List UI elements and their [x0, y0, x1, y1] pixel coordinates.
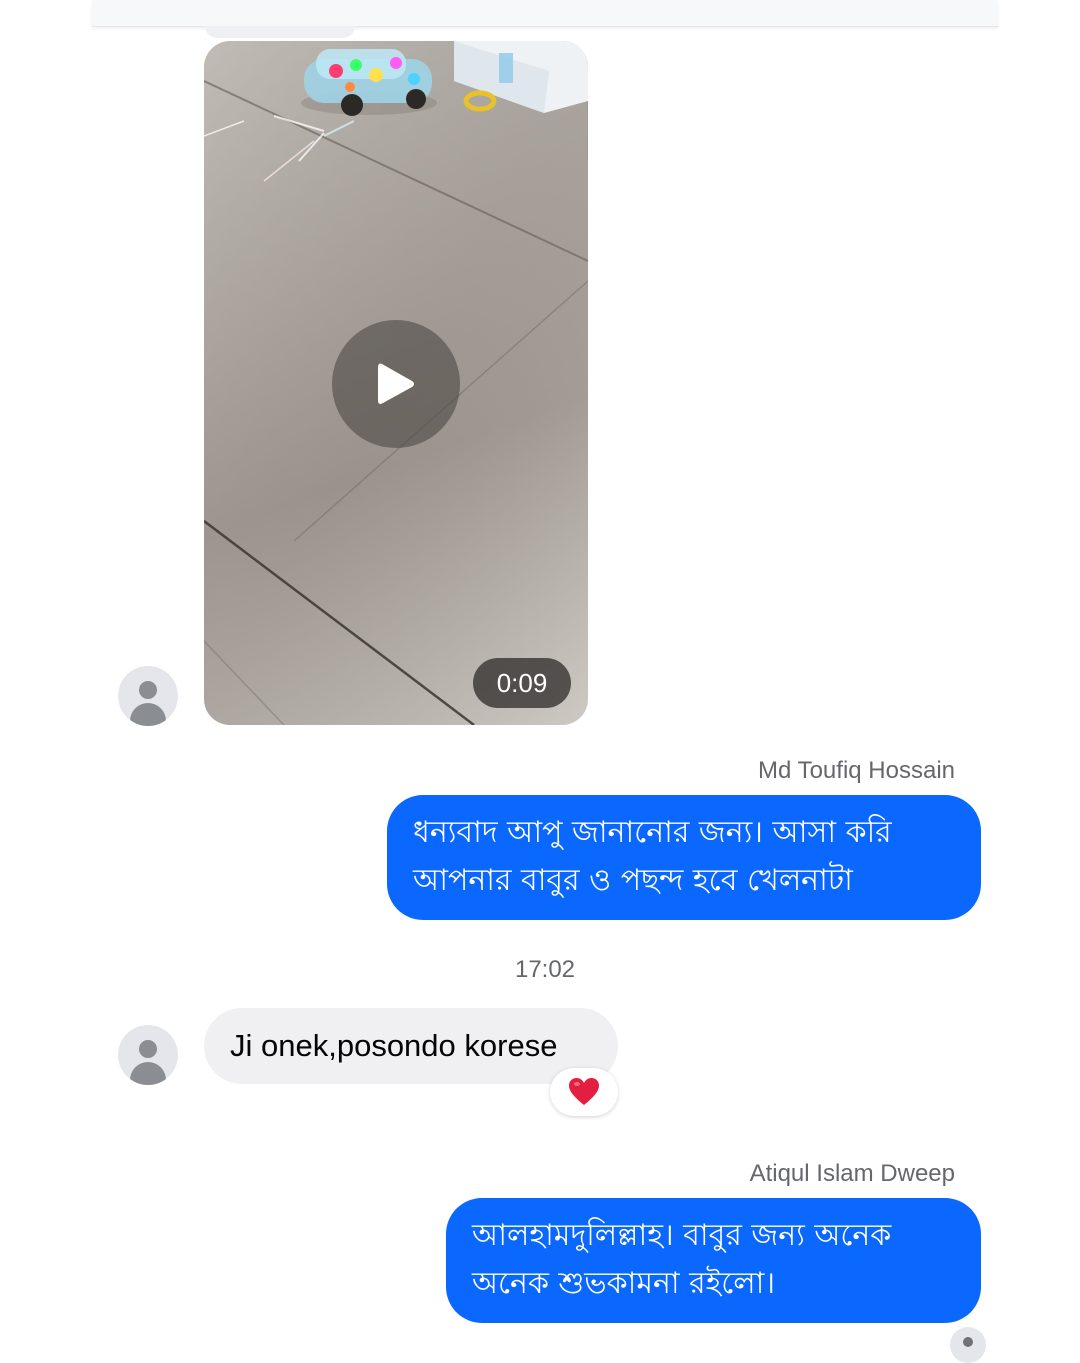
- contact-avatar[interactable]: [118, 1025, 178, 1085]
- play-icon: [378, 363, 414, 404]
- avatar-body-shape: [130, 703, 166, 726]
- avatar-body-shape: [130, 1062, 166, 1085]
- sender-name: Atiqul Islam Dweep: [749, 1160, 955, 1187]
- previous-message-edge: [205, 26, 355, 38]
- outgoing-message[interactable]: ধন্যবাদ আপু জানানোর জন্য। আসা করি আপনার …: [387, 795, 981, 920]
- outgoing-message[interactable]: আলহামদুলিল্লাহ। বাবুর জন্য অনেক অনেক শুভ…: [446, 1198, 981, 1323]
- play-button[interactable]: [332, 320, 460, 448]
- message-reaction[interactable]: [550, 1068, 618, 1116]
- avatar-head-shape: [139, 1040, 157, 1058]
- sender-name: Md Toufiq Hossain: [758, 757, 955, 784]
- video-message[interactable]: 0:09: [204, 41, 588, 725]
- seen-avatar: [950, 1327, 986, 1363]
- avatar-head-shape: [139, 681, 157, 699]
- heart-icon: [569, 1078, 599, 1105]
- video-duration: 0:09: [473, 658, 571, 708]
- incoming-message[interactable]: Ji onek,posondo korese: [204, 1008, 618, 1084]
- top-bar: [92, 0, 998, 27]
- contact-avatar[interactable]: [118, 666, 178, 726]
- seen-avatar-head-shape: [963, 1337, 973, 1347]
- timestamp: 17:02: [514, 956, 576, 983]
